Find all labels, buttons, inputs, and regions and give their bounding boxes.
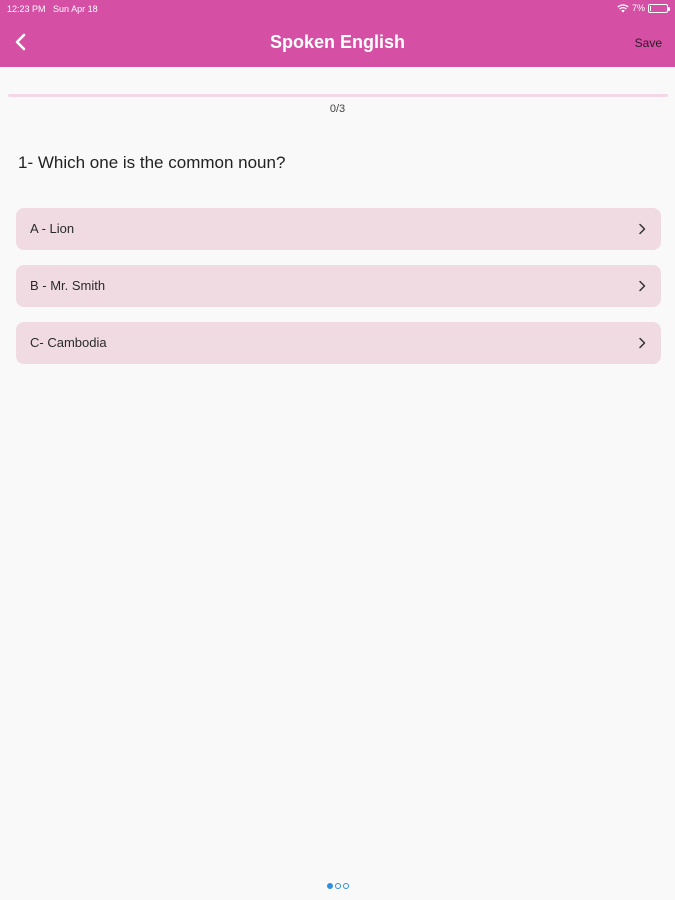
status-bar: 12:23 PM Sun Apr 18 7%	[0, 0, 675, 18]
nav-bar: Spoken English Save	[0, 18, 675, 67]
answer-label: A - Lion	[30, 221, 75, 236]
chevron-right-icon	[639, 280, 646, 292]
answer-option-c[interactable]: C- Cambodia	[16, 322, 661, 364]
progress-bar	[8, 94, 668, 97]
status-time: 12:23 PM Sun Apr 18	[7, 4, 98, 14]
app-header: 12:23 PM Sun Apr 18 7% Spoken English Sa…	[0, 0, 675, 67]
battery-level	[650, 5, 651, 11]
answer-option-b[interactable]: B - Mr. Smith	[16, 265, 661, 307]
save-button[interactable]: Save	[635, 36, 662, 50]
page-dot[interactable]	[342, 883, 349, 889]
answer-label: B - Mr. Smith	[30, 278, 106, 293]
question-text: 1- Which one is the common noun?	[18, 153, 286, 172]
status-time-text: 12:23 PM	[7, 4, 46, 14]
status-date-text: Sun Apr 18	[53, 4, 98, 14]
chevron-right-icon	[639, 337, 646, 349]
answer-option-a[interactable]: A - Lion	[16, 208, 661, 250]
page-dot[interactable]	[334, 883, 341, 889]
status-indicators: 7%	[617, 3, 670, 13]
chevron-right-icon	[639, 223, 646, 235]
answer-list: A - Lion B - Mr. Smith C- Cambodia	[16, 208, 661, 379]
battery-icon	[648, 3, 670, 13]
page-title: Spoken English	[269, 32, 406, 52]
answer-label: C- Cambodia	[30, 335, 107, 350]
battery-percent: 7%	[631, 3, 645, 13]
progress-label: 0/3	[329, 103, 346, 115]
page-indicator	[0, 883, 675, 889]
wifi-icon	[617, 3, 629, 12]
page-dot[interactable]	[326, 883, 333, 889]
